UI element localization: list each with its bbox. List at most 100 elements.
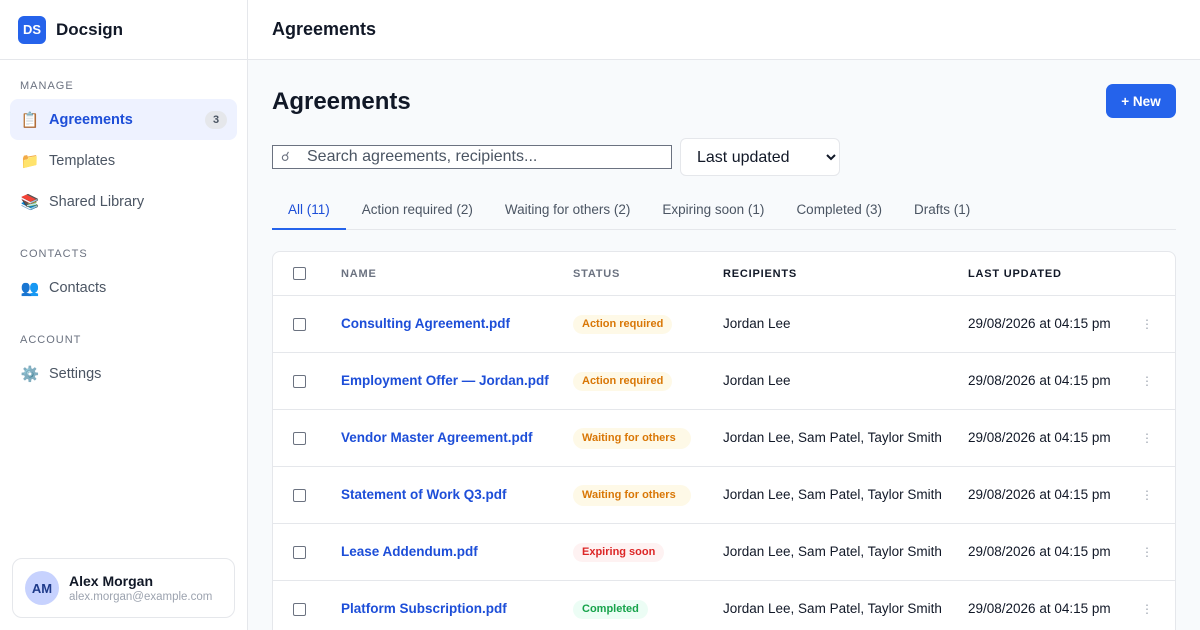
sidebar-item-label: Shared Library <box>49 193 145 210</box>
select-all-checkbox[interactable] <box>293 267 306 280</box>
people-icon: 👥 <box>20 279 40 297</box>
sidebar-item-label: Agreements <box>49 111 133 128</box>
sidebar-item-label: Templates <box>49 152 116 169</box>
row-last-updated: 29/08/2026 at 04:15 pm <box>968 601 1111 616</box>
row-checkbox-cell <box>273 431 341 445</box>
document-link[interactable]: Lease Addendum.pdf <box>341 544 478 559</box>
header-name[interactable]: NAME <box>341 268 573 280</box>
row-checkbox[interactable] <box>293 602 306 616</box>
row-menu-icon[interactable]: ⋮ <box>1118 317 1173 331</box>
header-status[interactable]: STATUS <box>573 268 723 280</box>
row-status-cell: Action required <box>573 371 723 391</box>
document-link[interactable]: Vendor Master Agreement.pdf <box>341 430 533 445</box>
row-name-cell: Statement of Work Q3.pdf <box>341 487 573 503</box>
nav-section-manage: MANAGE <box>20 80 74 92</box>
row-checkbox-cell <box>273 317 341 331</box>
table-row[interactable]: Statement of Work Q3.pdf Waiting for oth… <box>273 467 1175 524</box>
row-checkbox-cell <box>273 602 341 616</box>
sidebar-item-agreements[interactable]: 📋 Agreements 3 <box>10 99 237 140</box>
nav-section-contacts: CONTACTS <box>20 248 88 260</box>
row-last-updated: 29/08/2026 at 04:15 pm <box>968 430 1111 445</box>
row-name-cell: Consulting Agreement.pdf <box>341 316 573 332</box>
search-icon: ☌ <box>281 149 290 164</box>
row-status-cell: Expiring soon <box>573 542 723 562</box>
clipboard-icon: 📋 <box>20 111 40 129</box>
status-badge: Expiring soon <box>573 542 665 562</box>
agreements-table: NAME STATUS RECIPIENTS LAST UPDATED Cons… <box>272 251 1176 630</box>
user-email: alex.morgan@example.com <box>69 591 213 603</box>
row-checkbox[interactable] <box>293 488 306 502</box>
table-row[interactable]: Employment Offer — Jordan.pdf Action req… <box>273 353 1175 410</box>
status-badge: Action required <box>573 314 673 334</box>
table-row[interactable]: Consulting Agreement.pdf Action required… <box>273 296 1175 353</box>
user-card[interactable]: AM Alex Morgan alex.morgan@example.com <box>12 558 235 618</box>
new-agreement-button[interactable]: + New <box>1106 84 1176 118</box>
table-row[interactable]: Platform Subscription.pdf Completed Jord… <box>273 581 1175 630</box>
user-name: Alex Morgan <box>69 573 154 589</box>
topbar-title: Agreements <box>272 19 377 39</box>
row-checkbox[interactable] <box>293 374 306 388</box>
status-badge: Action required <box>573 371 673 391</box>
tab-drafts[interactable]: Drafts (1) <box>898 194 986 230</box>
row-name-cell: Employment Offer — Jordan.pdf <box>341 373 573 389</box>
row-menu-icon[interactable]: ⋮ <box>1118 602 1173 616</box>
search-box[interactable]: ☌ <box>272 145 672 169</box>
sidebar-item-contacts[interactable]: 👥 Contacts <box>10 267 237 308</box>
row-checkbox[interactable] <box>293 545 306 559</box>
row-checkbox[interactable] <box>293 431 306 445</box>
header-checkbox-cell <box>273 267 341 280</box>
sidebar-item-label: Contacts <box>49 279 107 296</box>
table-row[interactable]: Vendor Master Agreement.pdf Waiting for … <box>273 410 1175 467</box>
row-recipients: Jordan Lee <box>723 316 791 331</box>
document-link[interactable]: Consulting Agreement.pdf <box>341 316 510 331</box>
header-last-updated[interactable]: LAST UPDATED <box>968 266 1118 282</box>
row-recipients: Jordan Lee, Sam Patel, Taylor Smith <box>723 487 942 502</box>
row-recipients: Jordan Lee, Sam Patel, Taylor Smith <box>723 544 942 559</box>
brand-name: Docsign <box>56 19 124 39</box>
brand[interactable]: DS Docsign <box>0 0 247 60</box>
brand-logo: DS <box>18 15 46 44</box>
document-link[interactable]: Employment Offer — Jordan.pdf <box>341 373 549 388</box>
header-recipients[interactable]: RECIPIENTS <box>723 266 968 282</box>
document-link[interactable]: Statement of Work Q3.pdf <box>341 487 507 502</box>
row-last-updated: 29/08/2026 at 04:15 pm <box>968 544 1111 559</box>
tab-action-required[interactable]: Action required (2) <box>346 194 489 230</box>
status-tabs: All (11) Action required (2) Waiting for… <box>272 194 1176 230</box>
status-badge: Waiting for others <box>573 427 691 449</box>
sidebar-item-templates[interactable]: 📁 Templates <box>10 140 237 181</box>
avatar: AM <box>25 571 59 605</box>
row-recipients: Jordan Lee <box>723 373 791 388</box>
sidebar-item-label: Settings <box>49 365 102 382</box>
main-content: Agreements + New ☌ Last updated All (11)… <box>248 60 1200 630</box>
row-status-cell: Waiting for others <box>573 427 723 449</box>
row-menu-icon[interactable]: ⋮ <box>1118 374 1173 388</box>
sidebar-item-settings[interactable]: ⚙️ Settings <box>10 353 237 394</box>
row-recipients: Jordan Lee, Sam Patel, Taylor Smith <box>723 601 942 616</box>
table-row[interactable]: Lease Addendum.pdf Expiring soon Jordan … <box>273 524 1175 581</box>
row-recipients: Jordan Lee, Sam Patel, Taylor Smith <box>723 430 942 445</box>
row-status-cell: Waiting for others <box>573 484 723 506</box>
row-last-updated: 29/08/2026 at 04:15 pm <box>968 373 1111 388</box>
search-input[interactable] <box>307 148 667 166</box>
sort-select[interactable]: Last updated <box>680 138 840 176</box>
row-last-updated: 29/08/2026 at 04:15 pm <box>968 316 1111 331</box>
sidebar: DS Docsign MANAGE 📋 Agreements 3 📁 Templ… <box>0 0 248 630</box>
row-menu-icon[interactable]: ⋮ <box>1118 488 1173 502</box>
tab-all[interactable]: All (11) <box>272 194 346 230</box>
row-checkbox[interactable] <box>293 317 306 331</box>
sidebar-item-shared-library[interactable]: 📚 Shared Library <box>10 181 237 222</box>
tab-waiting-for-others[interactable]: Waiting for others (2) <box>489 194 647 230</box>
row-checkbox-cell <box>273 374 341 388</box>
row-name-cell: Vendor Master Agreement.pdf <box>341 430 573 446</box>
status-badge: Waiting for others <box>573 484 691 506</box>
row-last-updated: 29/08/2026 at 04:15 pm <box>968 487 1111 502</box>
row-status-cell: Completed <box>573 599 723 619</box>
folder-icon: 📁 <box>20 152 40 170</box>
tab-expiring-soon[interactable]: Expiring soon (1) <box>646 194 780 230</box>
row-menu-icon[interactable]: ⋮ <box>1118 431 1173 445</box>
document-link[interactable]: Platform Subscription.pdf <box>341 601 507 616</box>
gear-icon: ⚙️ <box>20 365 40 383</box>
tab-completed[interactable]: Completed (3) <box>780 194 898 230</box>
row-status-cell: Action required <box>573 314 723 334</box>
row-menu-icon[interactable]: ⋮ <box>1118 545 1173 559</box>
